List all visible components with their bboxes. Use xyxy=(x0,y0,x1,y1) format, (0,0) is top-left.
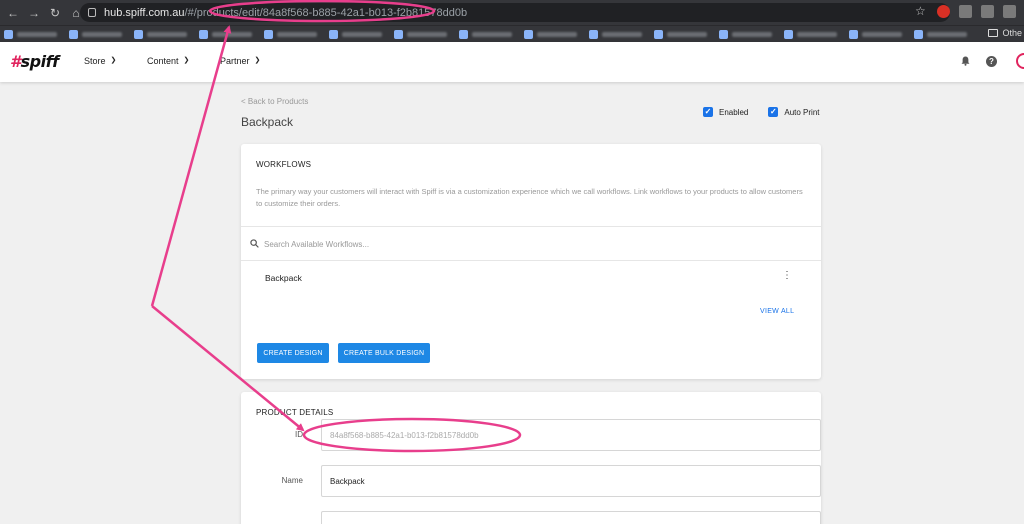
back-to-products-link[interactable]: < Back to Products xyxy=(241,97,308,106)
workflow-search xyxy=(241,226,821,261)
extension-icon[interactable] xyxy=(937,5,950,18)
chevron-down-icon: ❯ xyxy=(110,57,117,64)
id-value: 84a8f568-b885-42a1-b013-f2b81578dd0b xyxy=(330,430,479,440)
name-label: Name xyxy=(281,476,303,485)
id-label: ID xyxy=(295,430,303,439)
help-icon[interactable]: ? xyxy=(986,56,997,67)
enabled-checkbox[interactable]: ✓ xyxy=(703,107,713,117)
star-icon[interactable]: ☆ xyxy=(915,5,928,18)
bookmark[interactable] xyxy=(134,29,187,39)
lock-icon xyxy=(88,8,96,17)
create-bulk-design-button[interactable]: CREATE BULK DESIGN xyxy=(338,343,430,363)
bookmark[interactable] xyxy=(914,29,967,39)
bookmark[interactable] xyxy=(719,29,772,39)
nav-partner[interactable]: Partner ❯ xyxy=(220,56,260,66)
other-bookmarks[interactable]: Othe xyxy=(988,28,1022,38)
page-title: Backpack xyxy=(241,115,294,129)
name-value: Backpack xyxy=(330,476,365,486)
extension-icons: ☆ xyxy=(915,5,1016,18)
view-all-link[interactable]: VIEW ALL xyxy=(760,308,794,315)
nav-store[interactable]: Store ❯ xyxy=(84,56,116,66)
folder-icon xyxy=(988,29,999,37)
back-arrow-icon[interactable]: ← xyxy=(5,5,21,21)
id-field[interactable]: 84a8f568-b885-42a1-b013-f2b81578dd0b xyxy=(321,419,821,451)
enabled-label: Enabled xyxy=(719,107,749,117)
search-icon xyxy=(250,239,259,248)
bookmark[interactable] xyxy=(784,29,837,39)
next-field[interactable] xyxy=(321,511,821,524)
workflows-description: The primary way your customers will inte… xyxy=(256,187,803,208)
bookmarks-bar: Othe xyxy=(0,25,1024,42)
auto-print-label: Auto Print xyxy=(784,107,820,117)
kebab-menu-icon[interactable]: ⋮ xyxy=(782,271,792,281)
workflow-item[interactable]: Backpack xyxy=(265,273,302,283)
search-input[interactable] xyxy=(264,236,804,252)
product-details-card: PRODUCT DETAILS ID 84a8f568-b885-42a1-b0… xyxy=(241,392,821,524)
chevron-down-icon: ❯ xyxy=(183,57,190,64)
product-details-heading: PRODUCT DETAILS xyxy=(256,408,334,417)
workflows-card: WORKFLOWS The primary way your customers… xyxy=(241,144,821,379)
reload-icon[interactable]: ↻ xyxy=(47,5,63,21)
product-toggles: ✓ Enabled ✓ Auto Print xyxy=(703,107,820,117)
puzzle-icon[interactable] xyxy=(981,5,994,18)
auto-print-checkbox[interactable]: ✓ xyxy=(768,107,779,117)
extension-icon[interactable] xyxy=(959,5,972,18)
bookmark[interactable] xyxy=(524,29,577,39)
bookmark[interactable] xyxy=(69,29,122,39)
forward-arrow-icon[interactable]: → xyxy=(26,5,42,21)
create-design-button[interactable]: CREATE DESIGN xyxy=(257,343,329,363)
bookmark[interactable] xyxy=(394,29,447,39)
bookmark[interactable] xyxy=(589,29,642,39)
name-field[interactable]: Backpack xyxy=(321,465,821,497)
app-header: #spiff Store ❯ Content ❯ Partner ❯ ? xyxy=(0,42,1024,82)
spiff-logo[interactable]: #spiff xyxy=(10,52,59,71)
bookmark[interactable] xyxy=(849,29,902,39)
bookmark[interactable] xyxy=(459,29,512,39)
bookmark[interactable] xyxy=(199,29,252,39)
address-bar[interactable]: hub.spiff.com.au/#/products/edit/84a8f56… xyxy=(80,3,950,22)
bookmark[interactable] xyxy=(264,29,317,39)
bookmark[interactable] xyxy=(654,29,707,39)
url-text[interactable]: hub.spiff.com.au/#/products/edit/84a8f56… xyxy=(104,7,467,19)
browser-toolbar: ← → ↻ ⌂ hub.spiff.com.au/#/products/edit… xyxy=(0,0,1024,25)
bookmark[interactable] xyxy=(4,29,57,39)
chevron-down-icon: ❯ xyxy=(254,57,261,64)
nav-content[interactable]: Content ❯ xyxy=(147,56,189,66)
avatar[interactable] xyxy=(1016,53,1024,69)
profile-icon[interactable] xyxy=(1003,5,1016,18)
bell-icon[interactable] xyxy=(961,56,970,66)
bookmark[interactable] xyxy=(329,29,382,39)
workflows-heading: WORKFLOWS xyxy=(256,160,312,169)
